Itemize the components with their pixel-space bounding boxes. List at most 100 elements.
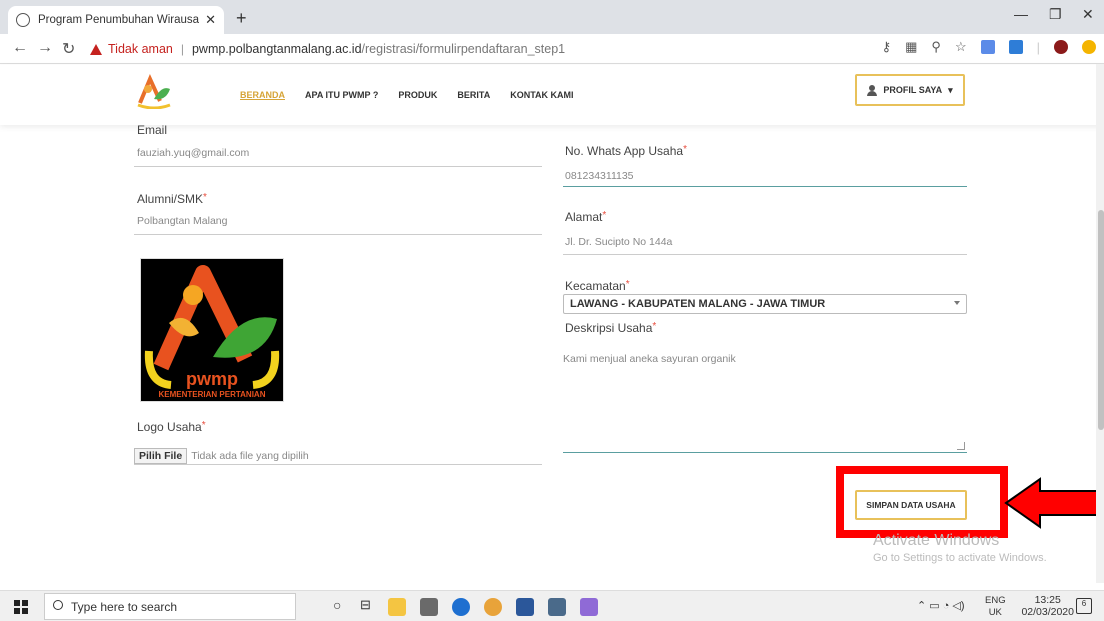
omnibox-separator: | (180, 42, 184, 56)
nav-links: BERANDA APA ITU PWMP ? PRODUK BERITA KON… (240, 90, 574, 100)
required-mark: * (602, 210, 607, 221)
clock-date: 02/03/2020 (1021, 606, 1074, 618)
pwmp-logo-icon[interactable] (136, 73, 172, 109)
deskripsi-value: Kami menjual aneka sayuran organik (563, 353, 736, 365)
choose-file-button[interactable]: Pilih File (134, 447, 188, 464)
kecamatan-label: Kecamatan* (565, 279, 630, 293)
toolbar-divider: | (1036, 39, 1040, 55)
url-text[interactable]: pwmp.polbangtanmalang.ac.id/registrasi/f… (192, 42, 565, 56)
windows-taskbar: Type here to search ○ ⊟ ⌃ ▭ ◔ ◁) ENG UK … (0, 590, 1104, 621)
email-label: Email (137, 123, 167, 137)
email-field[interactable]: fauziah.yuq@gmail.com (137, 147, 249, 159)
watermark-line-1: Activate Windows (873, 532, 1000, 549)
update-alert-icon[interactable] (1082, 40, 1096, 54)
language-indicator[interactable]: ENG UK (985, 595, 1006, 619)
window-close-icon[interactable]: ✕ (1082, 6, 1094, 23)
windows-start-icon[interactable] (14, 600, 28, 614)
extension-icon[interactable] (1008, 40, 1023, 54)
profile-avatar-icon[interactable] (1054, 40, 1068, 54)
warning-icon (90, 43, 102, 55)
edge-icon[interactable] (452, 598, 470, 616)
kecamatan-select[interactable]: LAWANG - KABUPATEN MALANG - JAWA TIMUR (563, 294, 967, 314)
photos-icon[interactable] (548, 598, 566, 616)
forward-arrow-icon[interactable]: → (37, 39, 53, 57)
alamat-field[interactable]: Jl. Dr. Sucipto No 144a (565, 236, 672, 248)
scrollbar-thumb[interactable] (1098, 210, 1104, 430)
snipping-tool-icon[interactable] (580, 598, 598, 616)
alamat-underline (563, 254, 967, 255)
taskbar-search-input[interactable]: Type here to search (44, 593, 296, 620)
logo-usaha-label-text: Logo Usaha (137, 420, 202, 434)
search-icon (53, 600, 63, 610)
pwmp-logo-graphic: pwmp KEMENTERIAN PERTANIAN (144, 265, 280, 399)
deskripsi-label-text: Deskripsi Usaha (565, 321, 653, 335)
notification-icon[interactable]: 6 (1076, 598, 1092, 614)
word-icon[interactable] (516, 598, 534, 616)
reload-icon[interactable]: ↻ (62, 39, 75, 59)
resize-handle-icon[interactable] (957, 442, 965, 450)
logo-text-bottom: KEMENTERIAN PERTANIAN (159, 390, 266, 399)
file-status: Tidak ada file yang dipilih (191, 449, 309, 462)
restore-icon[interactable]: ❐ (1049, 6, 1062, 23)
profile-dropdown-button[interactable]: PROFIL SAYA ▾ (855, 74, 965, 106)
tab-title: Program Penumbuhan Wirausaha (38, 14, 200, 26)
chrome-icon[interactable] (484, 598, 502, 616)
alumni-underline (134, 234, 542, 235)
language-line-2: UK (988, 607, 1002, 618)
nav-produk[interactable]: PRODUK (398, 90, 437, 100)
bookmark-star-icon[interactable]: ☆ (955, 39, 967, 55)
deskripsi-textarea[interactable]: Kami menjual aneka sayuran organik (563, 345, 967, 453)
toolbar-icons: ⚷ ▦ ⚲ ☆ | (882, 39, 1096, 55)
nav-kontak-kami[interactable]: KONTAK KAMI (510, 90, 573, 100)
nav-beranda[interactable]: BERANDA (240, 90, 285, 100)
translate-icon[interactable]: ▦ (905, 39, 917, 55)
extension-icon[interactable] (980, 40, 995, 54)
clock-time: 13:25 (1034, 594, 1061, 606)
system-tray-icons[interactable]: ⌃ ▭ ◔ ◁) (917, 599, 965, 612)
required-mark: * (625, 279, 630, 290)
key-icon[interactable]: ⚷ (882, 39, 892, 55)
zoom-icon[interactable]: ⚲ (931, 39, 941, 55)
alamat-label: Alamat* (565, 210, 606, 224)
url-path: /registrasi/formulirpendaftaran_step1 (361, 42, 566, 56)
user-icon (867, 84, 878, 96)
site-navbar: BERANDA APA ITU PWMP ? PRODUK BERITA KON… (0, 65, 1104, 125)
chevron-down-icon (954, 301, 960, 305)
whatsapp-label-text: No. Whats App Usaha (565, 144, 684, 158)
logo-text-top: pwmp (186, 369, 238, 389)
clock[interactable]: 13:25 02/03/2020 (1021, 594, 1074, 618)
required-mark: * (652, 321, 657, 332)
new-tab-button[interactable]: + (236, 8, 247, 29)
url-host: pwmp.polbangtanmalang.ac.id (191, 42, 362, 56)
file-explorer-icon[interactable] (388, 598, 406, 616)
browser-tab-strip: Program Penumbuhan Wirausaha ✕ + — ❐ ✕ (0, 0, 1104, 34)
cortana-icon[interactable]: ○ (333, 597, 341, 613)
alumni-label: Alumni/SMK* (137, 192, 207, 206)
minimize-icon[interactable]: — (1014, 6, 1028, 22)
kecamatan-label-text: Kecamatan (565, 279, 626, 293)
back-arrow-icon[interactable]: ← (12, 39, 28, 57)
caret-down-icon: ▾ (948, 84, 953, 95)
alumni-field[interactable]: Polbangtan Malang (137, 215, 228, 227)
browser-tab[interactable]: Program Penumbuhan Wirausaha ✕ (8, 6, 224, 34)
save-business-data-button[interactable]: SIMPAN DATA USAHA (855, 490, 967, 520)
whatsapp-label: No. Whats App Usaha* (565, 144, 687, 158)
tab-close-icon[interactable]: ✕ (205, 12, 216, 28)
store-icon[interactable] (420, 598, 438, 616)
business-logo-image: pwmp KEMENTERIAN PERTANIAN (140, 258, 284, 402)
task-view-icon[interactable]: ⊟ (360, 597, 371, 613)
logo-usaha-label: Logo Usaha* (137, 420, 206, 434)
whatsapp-field[interactable]: 081234311135 (565, 170, 634, 182)
required-mark: * (683, 144, 687, 155)
email-label-text: Email (137, 123, 168, 137)
watermark-line-2: Go to Settings to activate Windows. (873, 552, 1047, 564)
kecamatan-selected-value: LAWANG - KABUPATEN MALANG - JAWA TIMUR (570, 298, 826, 310)
nav-apa-itu-pwmp[interactable]: APA ITU PWMP ? (305, 90, 378, 100)
globe-icon (16, 13, 30, 27)
red-arrow-icon (1004, 477, 1101, 529)
nav-berita[interactable]: BERITA (457, 90, 490, 100)
required-mark: * (203, 192, 207, 203)
file-input[interactable]: Pilih File Tidak ada file yang dipilih (134, 447, 542, 465)
insecure-label[interactable]: Tidak aman (108, 42, 173, 56)
deskripsi-label: Deskripsi Usaha* (565, 321, 656, 335)
